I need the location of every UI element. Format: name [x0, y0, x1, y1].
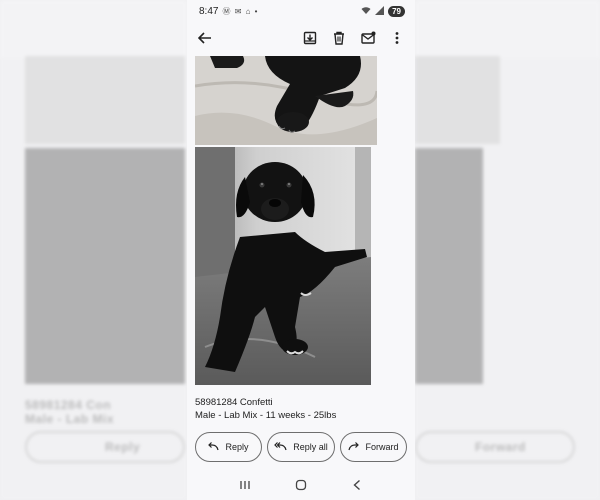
back-icon[interactable] — [347, 475, 367, 495]
background-app-bar — [0, 0, 187, 58]
home-icon[interactable] — [291, 475, 311, 495]
battery-indicator: 79 — [388, 5, 405, 17]
archive-icon[interactable] — [298, 26, 322, 50]
caption-line-details: Male - Lab Mix - 11 weeks - 25lbs — [195, 410, 337, 421]
message-caption: 58981284 Confetti Male - Lab Mix - 11 we… — [195, 396, 407, 422]
background-reply-label: Reply — [105, 440, 141, 454]
background-app-bar-right — [415, 0, 600, 58]
delete-icon[interactable] — [327, 26, 351, 50]
mark-unread-icon[interactable] — [356, 26, 380, 50]
background-blur-left: 58981284 Con Male - Lab Mix Reply — [0, 0, 187, 500]
reply-all-label: Reply all — [293, 442, 328, 452]
reply-all-button[interactable]: Reply all — [267, 432, 335, 462]
arrow-left-icon[interactable] — [193, 26, 217, 50]
status-time: 8:47 — [199, 5, 219, 17]
reply-all-icon — [274, 441, 287, 453]
background-caption-line1: 58981284 Con — [25, 398, 112, 412]
reply-label: Reply — [225, 442, 249, 452]
signal-icon — [375, 5, 385, 17]
system-nav-bar — [187, 470, 415, 500]
forward-icon — [348, 441, 360, 453]
background-blur-right: Forward — [415, 0, 600, 500]
wifi-icon — [361, 6, 371, 17]
photo-puppy[interactable] — [195, 147, 371, 385]
forward-label: Forward — [365, 442, 399, 452]
app-bar — [187, 22, 415, 54]
recent-apps-icon[interactable] — [235, 475, 255, 495]
background-forward-label: Forward — [475, 440, 526, 454]
caption-line-id-name: 58981284 Confetti — [195, 397, 273, 408]
status-right: 79 — [361, 5, 405, 17]
forward-button[interactable]: Forward — [340, 432, 407, 462]
reply-actions: Reply Reply all Forward — [195, 432, 407, 462]
reply-button[interactable]: Reply — [195, 432, 262, 462]
status-bar: 8:47 Ⓜ ✉ ⌂ • 79 — [187, 0, 415, 22]
phone-screen: 8:47 Ⓜ ✉ ⌂ • 79 58981284 Confetti Male -… — [187, 0, 415, 500]
more-vert-icon[interactable] — [385, 26, 409, 50]
background-photo-top-right — [415, 56, 500, 144]
background-caption-line2: Male - Lab Mix — [25, 412, 115, 426]
background-photo-top — [25, 56, 185, 144]
photo-paws[interactable] — [195, 56, 377, 145]
background-photo-dog — [25, 148, 185, 384]
reply-icon — [208, 441, 220, 453]
notification-icons: Ⓜ ✉ ⌂ • — [222, 6, 259, 16]
background-photo-dog-right — [415, 148, 483, 384]
